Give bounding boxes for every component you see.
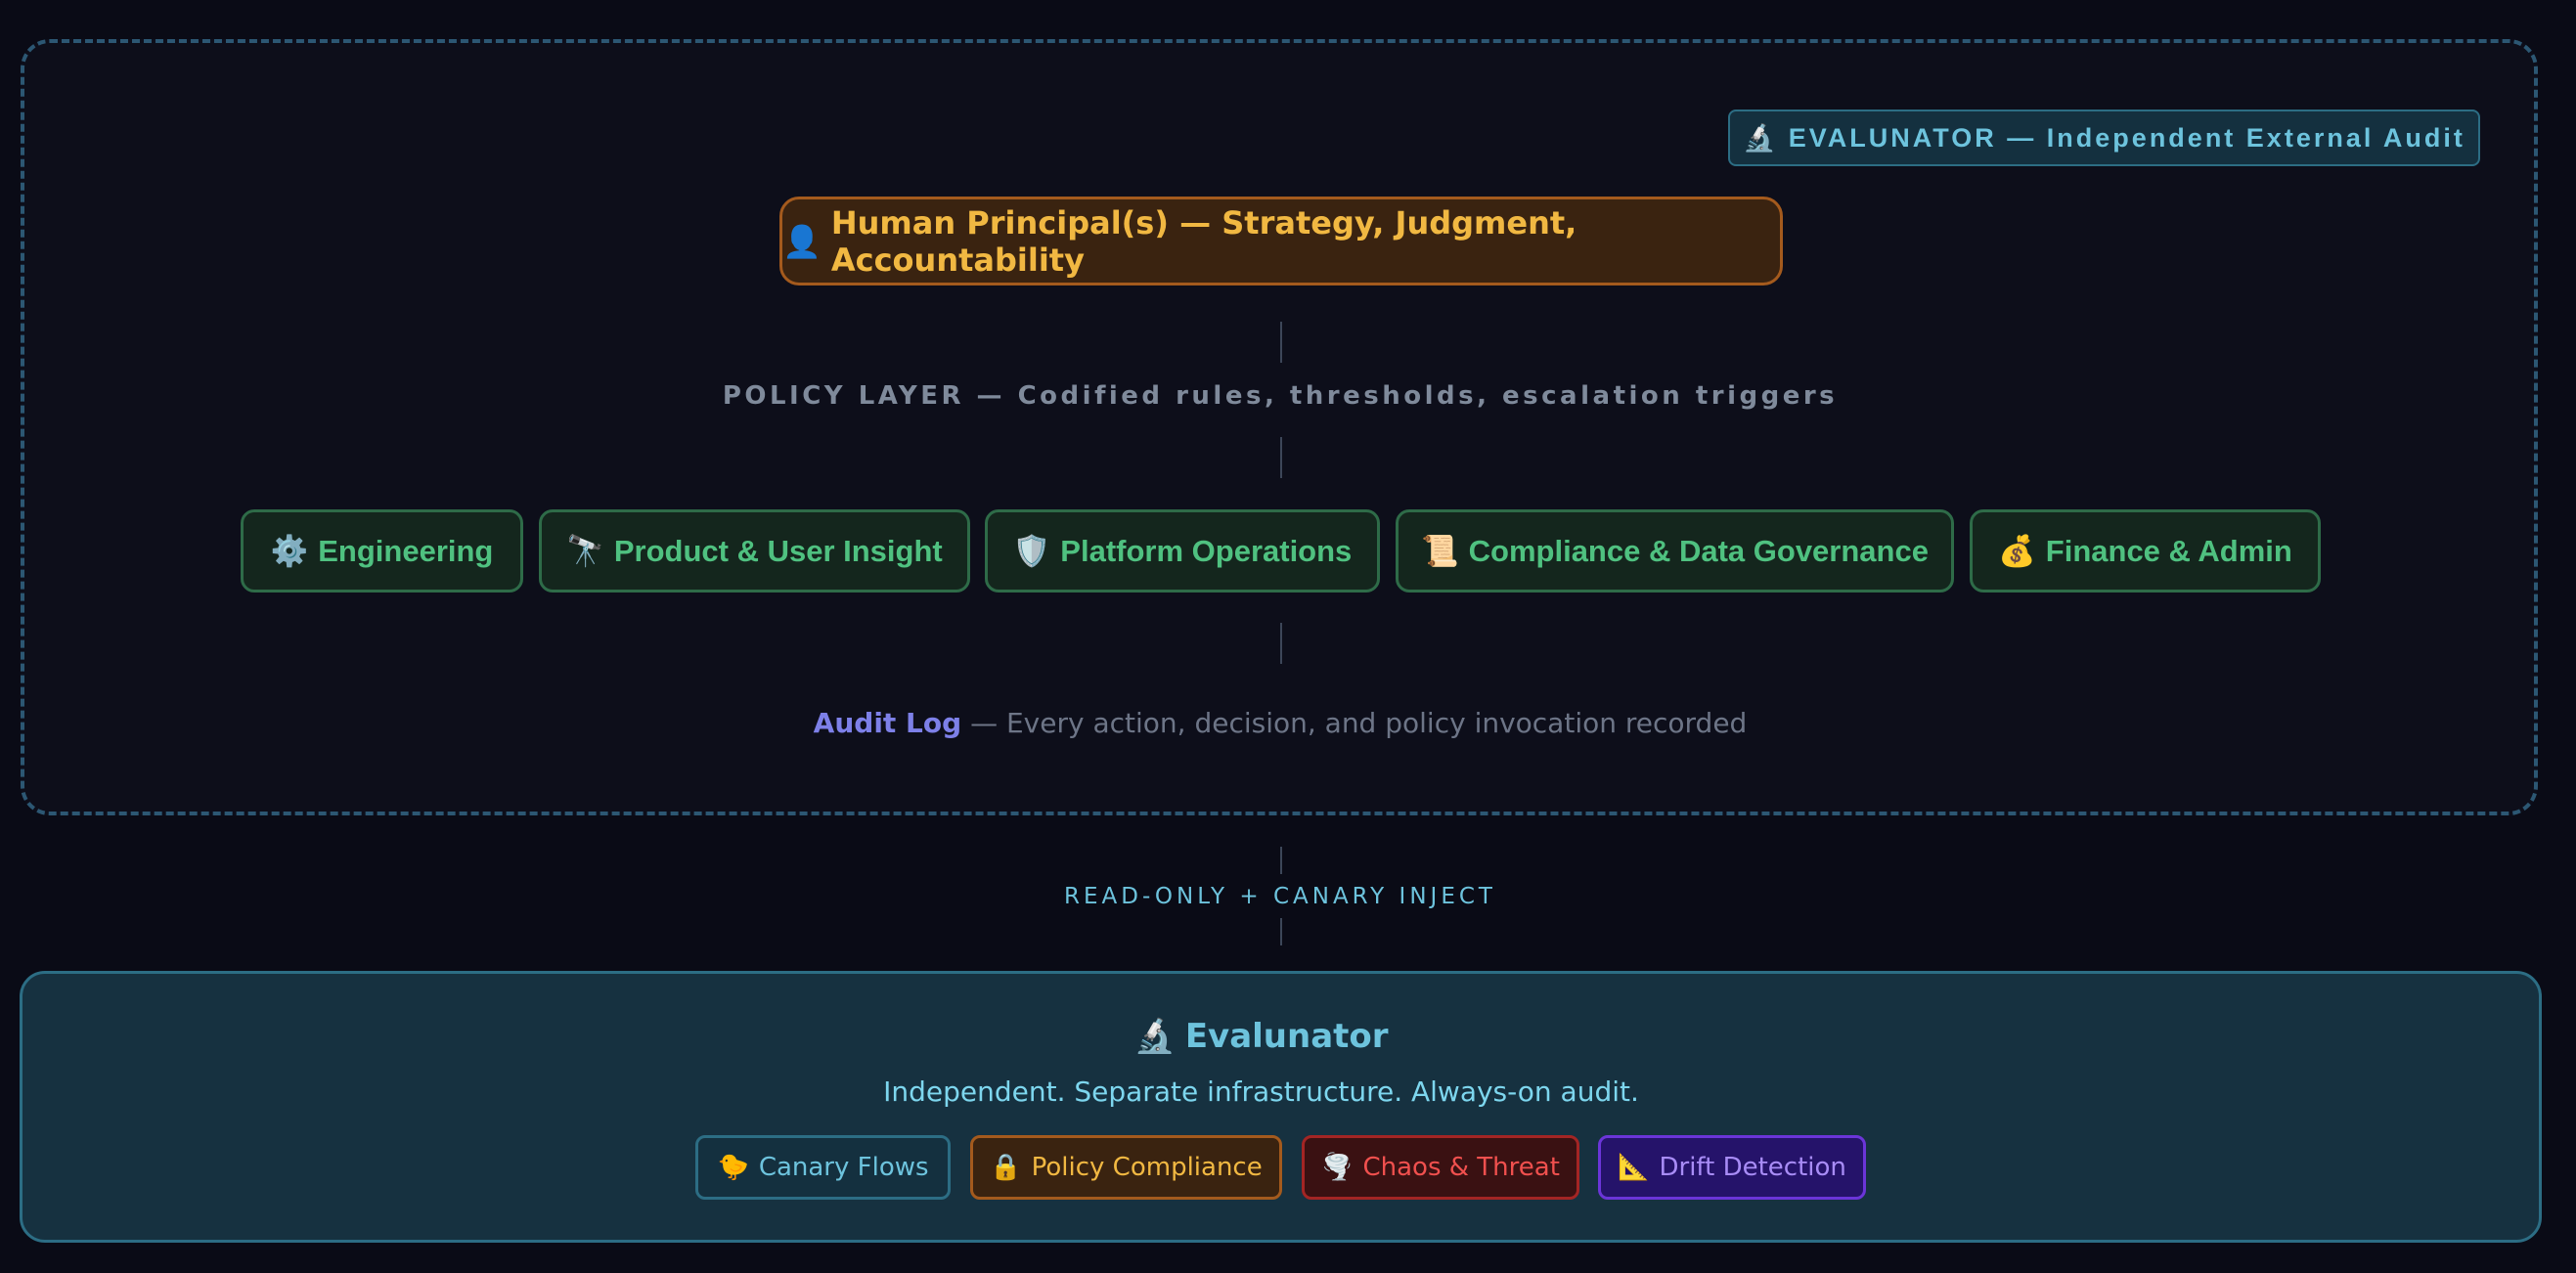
evaluator-subtitle: Independent. Separate infrastructure. Al… xyxy=(883,1075,1639,1108)
tag-label: Chaos & Threat xyxy=(1362,1153,1560,1182)
lock-icon: 🔒 xyxy=(990,1153,1022,1182)
connector-line xyxy=(1280,322,1282,363)
dept-label: Platform Operations xyxy=(1060,533,1353,568)
policy-layer-label: POLICY LAYER — Codified rules, threshold… xyxy=(722,381,1839,411)
tornado-icon: 🌪️ xyxy=(1321,1153,1354,1182)
audit-log-note: Audit Log — Every action, decision, and … xyxy=(0,707,2560,739)
dept-platform-operations: 🛡️ Platform Operations xyxy=(985,509,1380,593)
dept-label: Product & User Insight xyxy=(613,533,943,568)
tag-chaos-threat: 🌪️ Chaos & Threat xyxy=(1302,1135,1579,1200)
evaluator-audit-badge-label: EVALUNATOR — Independent External Audit xyxy=(1788,122,2465,153)
audit-log-label: Audit Log xyxy=(813,707,962,739)
microscope-icon: 🔬 xyxy=(1133,1017,1176,1056)
connector-line xyxy=(1280,918,1282,945)
triangle-ruler-icon: 📐 xyxy=(1618,1153,1650,1182)
dept-compliance-data-governance: 📜 Compliance & Data Governance xyxy=(1396,509,1954,593)
money-bag-icon: 💰 xyxy=(1998,534,2036,568)
tag-label: Policy Compliance xyxy=(1031,1153,1263,1182)
dept-label: Engineering xyxy=(318,533,494,568)
connector-line xyxy=(1280,623,1282,664)
tag-policy-compliance: 🔒 Policy Compliance xyxy=(970,1135,1282,1200)
human-principal-node: 👤 Human Principal(s) — Strategy, Judgmen… xyxy=(779,197,1783,285)
connector-line xyxy=(1280,437,1282,478)
dept-label: Finance & Admin xyxy=(2045,533,2292,568)
person-icon: 👤 xyxy=(782,222,822,260)
connector-line xyxy=(1280,847,1282,874)
tag-label: Drift Detection xyxy=(1659,1153,1846,1182)
tag-label: Canary Flows xyxy=(758,1153,929,1182)
scroll-icon: 📜 xyxy=(1421,534,1459,568)
chick-icon: 🐤 xyxy=(717,1153,749,1182)
audit-log-description: — Every action, decision, and policy inv… xyxy=(970,707,1748,739)
dept-product-user-insight: 🔭 Product & User Insight xyxy=(539,509,970,593)
gear-icon: ⚙️ xyxy=(270,534,309,568)
dept-label: Compliance & Data Governance xyxy=(1468,533,1929,568)
microscope-icon: 🔬 xyxy=(1743,123,1779,153)
evaluator-title: 🔬 Evalunator xyxy=(0,1017,2522,1056)
human-principal-label: Human Principal(s) — Strategy, Judgment,… xyxy=(830,203,1577,279)
shield-icon: 🛡️ xyxy=(1012,534,1051,568)
tag-drift-detection: 📐 Drift Detection xyxy=(1598,1135,1866,1200)
read-only-connector-label: READ-ONLY + CANARY INJECT xyxy=(1064,884,1496,909)
tag-canary-flows: 🐤 Canary Flows xyxy=(695,1135,951,1200)
dept-finance-admin: 💰 Finance & Admin xyxy=(1970,509,2321,593)
evaluator-title-text: Evalunator xyxy=(1184,1017,1389,1056)
telescope-icon: 🔭 xyxy=(566,534,604,568)
dept-engineering: ⚙️ Engineering xyxy=(241,509,523,593)
evaluator-audit-badge: 🔬 EVALUNATOR — Independent External Audi… xyxy=(1728,110,2480,166)
